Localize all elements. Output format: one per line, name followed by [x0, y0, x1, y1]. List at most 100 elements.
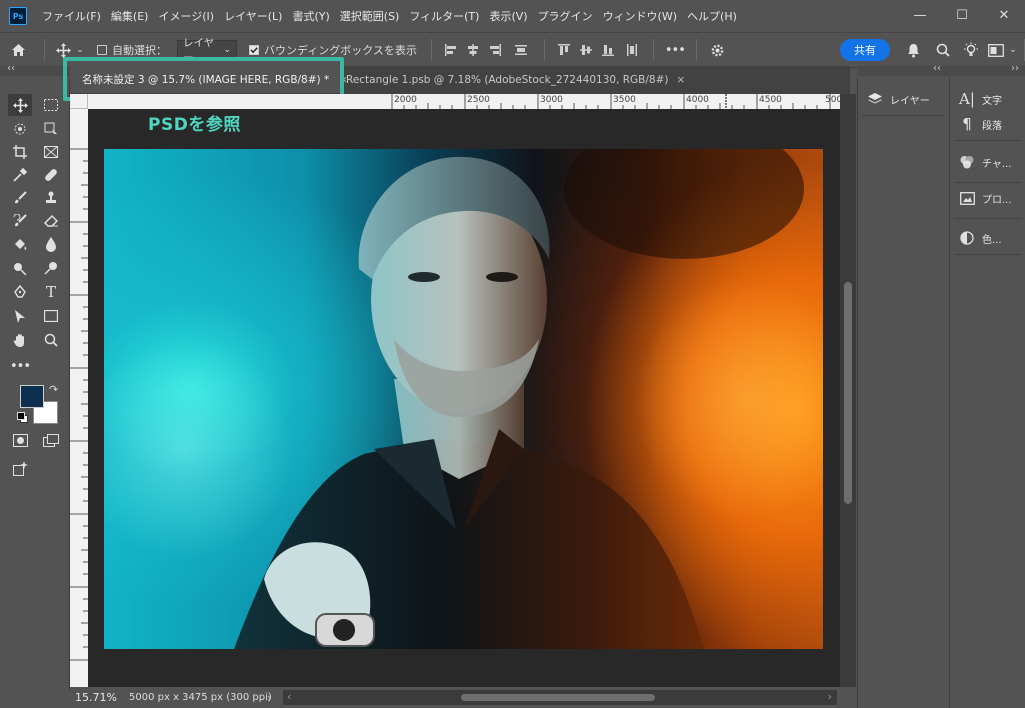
auto-select-label: 自動選択： [112, 44, 167, 57]
rectangle-tool-icon[interactable] [40, 306, 62, 326]
align-bottom-icon[interactable] [597, 43, 619, 57]
screen-mode-icon[interactable] [40, 430, 62, 450]
scroll-left-icon[interactable]: ‹ [287, 690, 291, 703]
panels-collapse-strip[interactable]: ‹‹ ›› [857, 63, 1025, 76]
menu-select[interactable]: 選択範囲(S) [335, 8, 405, 24]
eyedropper-icon[interactable] [9, 165, 31, 185]
menu-view[interactable]: 表示(V) [484, 8, 532, 24]
ruler-label: 3500 [613, 95, 636, 105]
brush-tool-icon[interactable] [9, 188, 31, 208]
close-tab-icon[interactable]: × [677, 74, 686, 86]
paragraph-icon: ¶ [962, 115, 972, 133]
blur-tool-icon[interactable] [40, 234, 62, 254]
divider [44, 39, 45, 61]
channels-panel-button[interactable]: チャ... [950, 152, 1011, 172]
menu-edit[interactable]: 編集(E) [106, 8, 154, 24]
menu-window[interactable]: ウィンドウ(W) [598, 8, 682, 24]
distribute-v-icon[interactable] [619, 43, 645, 57]
share-button[interactable]: 共有 [840, 39, 890, 61]
workspace-icon[interactable] [986, 43, 1006, 57]
layers-panel-button[interactable]: レイヤー [858, 88, 930, 110]
marquee-tool-icon[interactable] [40, 95, 62, 115]
generative-tool-icon[interactable] [9, 458, 31, 478]
color-panel-button[interactable]: 色... [950, 228, 1002, 248]
menu-image[interactable]: イメージ(I) [153, 8, 219, 24]
paragraph-panel-label: 段落 [982, 120, 1002, 132]
align-left-icon[interactable] [440, 44, 462, 56]
distribute-icon[interactable] [506, 44, 536, 56]
clone-stamp-icon[interactable] [40, 188, 62, 208]
bounding-box-label: バウンディングボックスを表示 [264, 44, 417, 57]
object-select-icon[interactable] [9, 119, 31, 139]
gear-icon[interactable] [705, 43, 731, 58]
minimize-button[interactable]: — [902, 0, 938, 30]
zoom-tool-icon[interactable] [40, 330, 62, 350]
horizontal-scrollbar[interactable]: ‹ › [283, 690, 837, 705]
healing-brush-icon[interactable] [40, 165, 62, 185]
menu-help[interactable]: ヘルプ(H) [682, 8, 742, 24]
document-image[interactable] [104, 149, 823, 649]
pen-tool-icon[interactable] [9, 282, 31, 302]
align-top-icon[interactable] [553, 43, 575, 57]
path-select-icon[interactable] [9, 306, 31, 326]
history-brush-icon[interactable] [9, 211, 31, 231]
zoom-level[interactable]: 15.71% [75, 691, 129, 704]
horizontal-scroll-thumb[interactable] [461, 694, 655, 701]
crop-tool-icon[interactable] [9, 142, 31, 162]
foreground-color-swatch[interactable] [20, 385, 44, 408]
character-panel-button[interactable]: A| 文字 [950, 89, 1002, 109]
lightbulb-icon[interactable] [956, 42, 986, 58]
ruler-origin[interactable] [70, 94, 88, 109]
paint-bucket-icon[interactable] [9, 234, 31, 254]
align-center-h-icon[interactable] [462, 44, 484, 56]
chevron-down-icon[interactable]: ⌄ [73, 45, 87, 55]
divider [430, 39, 432, 61]
more-tools-icon[interactable]: ••• [9, 356, 31, 376]
eraser-tool-icon[interactable] [40, 211, 62, 231]
menu-filter[interactable]: フィルター(T) [404, 8, 484, 24]
quick-mask-icon[interactable] [9, 430, 31, 450]
move-tool-icon[interactable] [9, 95, 31, 115]
ruler-label: 3000 [540, 95, 563, 105]
vertical-scroll-thumb[interactable] [844, 282, 852, 504]
align-right-icon[interactable] [484, 44, 506, 56]
scroll-right-icon[interactable]: › [828, 690, 832, 703]
horizontal-ruler[interactable]: 2000 2500 3000 3500 4000 4500 500 [88, 94, 840, 109]
close-button[interactable]: ✕ [986, 0, 1022, 30]
status-menu-arrow-icon[interactable]: › [267, 691, 281, 705]
document-tab[interactable]: Rectangle 1.psb @ 7.18% (AdobeStock_2724… [346, 66, 685, 93]
dodge-tool-icon[interactable] [9, 258, 31, 278]
search-icon[interactable] [930, 43, 956, 57]
tools-panel: T ••• ↷ [0, 78, 70, 690]
vertical-scrollbar[interactable] [840, 94, 856, 687]
hand-tool-icon[interactable] [9, 330, 31, 350]
properties-icon [958, 191, 976, 205]
frame-tool-icon[interactable] [40, 142, 62, 162]
more-options-icon[interactable]: ••• [662, 43, 688, 58]
swap-colors-icon[interactable]: ↷ [49, 383, 58, 396]
properties-panel-label: プロ... [982, 194, 1012, 206]
paragraph-panel-button[interactable]: ¶ 段落 [950, 114, 1002, 134]
layers-panel-label: レイヤー [890, 95, 930, 107]
menu-layer[interactable]: レイヤー(L) [219, 8, 287, 24]
toolbar-collapse-strip[interactable]: ‹‹ [0, 63, 70, 76]
move-tool-icon[interactable] [53, 42, 73, 58]
menu-file[interactable]: ファイル(F) [37, 8, 106, 24]
home-icon[interactable] [0, 43, 36, 57]
menu-plugins[interactable]: プラグイン [533, 8, 598, 24]
default-colors-icon[interactable] [17, 412, 28, 423]
maximize-button[interactable]: ☐ [944, 0, 980, 30]
type-tool-icon[interactable]: T [40, 282, 62, 302]
crop-select-icon[interactable] [40, 119, 62, 139]
menu-type[interactable]: 書式(Y) [287, 8, 334, 24]
align-middle-v-icon[interactable] [575, 43, 597, 57]
divider [954, 218, 1022, 219]
vertical-ruler[interactable] [70, 109, 88, 687]
divider [954, 140, 1022, 141]
properties-panel-button[interactable]: プロ... [950, 188, 1012, 208]
chevron-down-icon[interactable]: ⌄ [1006, 45, 1020, 55]
auto-select-checkbox[interactable] [97, 45, 107, 55]
bounding-box-checkbox[interactable] [249, 45, 259, 55]
magnify-tool-icon[interactable] [40, 258, 62, 278]
bell-icon[interactable] [896, 43, 930, 58]
